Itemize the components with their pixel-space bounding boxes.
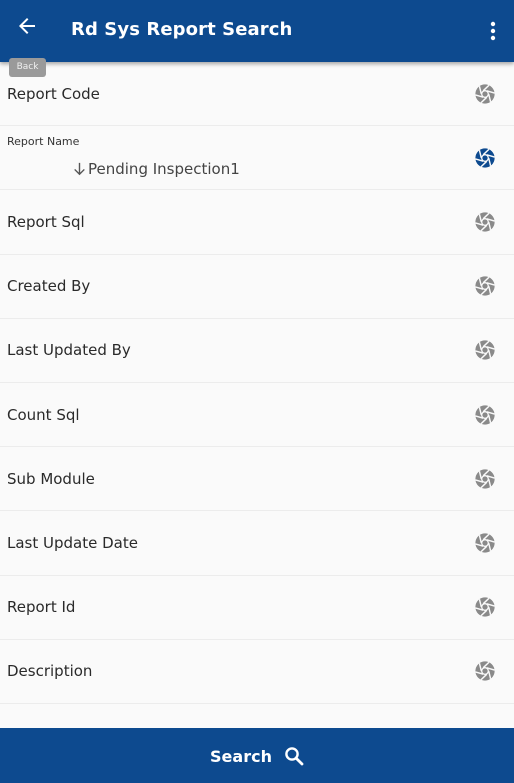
field-row-last-update-date[interactable]: Last Update Date (0, 511, 514, 576)
app-bar: Rd Sys Report Search (0, 0, 514, 62)
aperture-icon[interactable] (474, 468, 496, 490)
aperture-icon[interactable] (474, 211, 496, 233)
field-value-text: Pending Inspection1 (88, 160, 240, 179)
field-row-report-id[interactable]: Report Id (0, 575, 514, 640)
field-label: Report Sql (7, 212, 85, 231)
field-row-description[interactable]: Description (0, 639, 514, 704)
aperture-icon[interactable] (474, 660, 496, 682)
overflow-menu-button[interactable] (480, 16, 506, 46)
field-row-count-sql[interactable]: Count Sql (0, 382, 514, 448)
aperture-icon[interactable] (474, 596, 496, 618)
field-row-created-by[interactable]: Created By (0, 254, 514, 319)
back-tooltip: Back (9, 58, 46, 77)
field-row-last-updated-by[interactable]: Last Updated By (0, 318, 514, 383)
field-label: Report Code (7, 84, 100, 103)
search-field-list: Report Code Report Name Pending Inspecti… (0, 62, 514, 728)
aperture-icon[interactable] (474, 532, 496, 554)
arrow-left-icon (19, 18, 35, 34)
arrow-down-icon (74, 163, 85, 176)
search-icon (285, 746, 304, 765)
field-label: Report Id (7, 598, 76, 617)
field-row-sub-module[interactable]: Sub Module (0, 447, 514, 512)
field-label: Count Sql (7, 405, 80, 424)
page-title: Rd Sys Report Search (71, 19, 293, 40)
aperture-icon[interactable] (474, 404, 496, 426)
aperture-icon[interactable] (474, 275, 496, 297)
field-row-report-code[interactable]: Report Code (0, 62, 514, 127)
field-label: Last Updated By (7, 341, 131, 360)
more-vert-icon (490, 21, 496, 41)
aperture-icon[interactable] (474, 339, 496, 361)
field-label: Sub Module (7, 469, 95, 488)
field-label: Created By (7, 277, 91, 296)
field-label: Last Update Date (7, 533, 138, 552)
field-value: Pending Inspection1 (73, 160, 240, 178)
search-button-label: Search (210, 747, 272, 766)
search-button[interactable]: Search (0, 728, 514, 783)
field-row-report-name[interactable]: Report Name Pending Inspection1 (0, 126, 514, 191)
aperture-icon[interactable] (474, 83, 496, 105)
field-label: Description (7, 662, 93, 681)
field-caption: Report Name (7, 135, 80, 149)
back-button[interactable] (6, 6, 48, 54)
aperture-icon[interactable] (474, 147, 496, 169)
field-row-report-sql[interactable]: Report Sql (0, 190, 514, 255)
